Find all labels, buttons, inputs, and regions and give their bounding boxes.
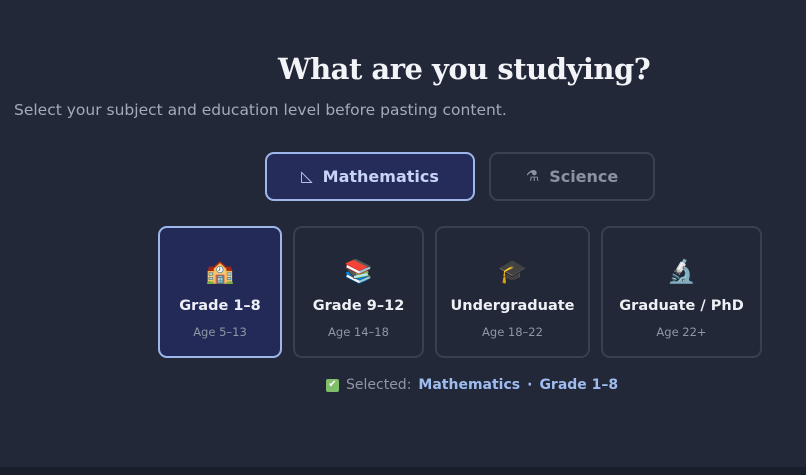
level-card-grade-1-8[interactable]: 🏫 Grade 1–8 Age 5–13 bbox=[158, 226, 282, 358]
level-card-label: Undergraduate bbox=[450, 298, 575, 314]
triangle-ruler-icon: ◺ bbox=[301, 167, 313, 185]
page-subtitle: Select your subject and education level … bbox=[14, 101, 507, 119]
selection-separator: · bbox=[527, 377, 533, 393]
level-card-label: Graduate / PhD bbox=[619, 298, 744, 314]
level-card-age: Age 18–22 bbox=[482, 325, 543, 339]
level-card-age: Age 22+ bbox=[656, 325, 707, 339]
books-icon: 📚 bbox=[344, 259, 373, 285]
microscope-icon: 🔬 bbox=[667, 259, 696, 285]
subject-tab-science[interactable]: ⚗ Science bbox=[489, 152, 655, 201]
subject-tab-mathematics[interactable]: ◺ Mathematics bbox=[265, 152, 475, 201]
level-card-grade-9-12[interactable]: 📚 Grade 9–12 Age 14–18 bbox=[293, 226, 424, 358]
selection-status: ✔ Selected: Mathematics · Grade 1–8 bbox=[326, 377, 618, 393]
subject-tab-label: Mathematics bbox=[322, 167, 439, 186]
subject-tab-label: Science bbox=[549, 167, 619, 186]
level-card-age: Age 5–13 bbox=[193, 325, 247, 339]
level-card-undergraduate[interactable]: 🎓 Undergraduate Age 18–22 bbox=[435, 226, 590, 358]
graduation-cap-icon: 🎓 bbox=[498, 259, 527, 285]
level-card-label: Grade 1–8 bbox=[179, 298, 261, 314]
level-card-label: Grade 9–12 bbox=[312, 298, 405, 314]
selected-level: Grade 1–8 bbox=[539, 377, 619, 393]
microscope-icon: ⚗ bbox=[525, 167, 540, 185]
selection-prefix: Selected: bbox=[346, 377, 412, 393]
page-title: What are you studying? bbox=[278, 52, 651, 86]
selected-subject: Mathematics bbox=[418, 377, 521, 393]
level-card-age: Age 14–18 bbox=[328, 325, 389, 339]
checkmark-icon: ✔ bbox=[326, 378, 339, 392]
school-icon: 🏫 bbox=[205, 259, 235, 285]
level-card-graduate-phd[interactable]: 🔬 Graduate / PhD Age 22+ bbox=[601, 226, 762, 358]
bottom-edge bbox=[0, 467, 806, 475]
